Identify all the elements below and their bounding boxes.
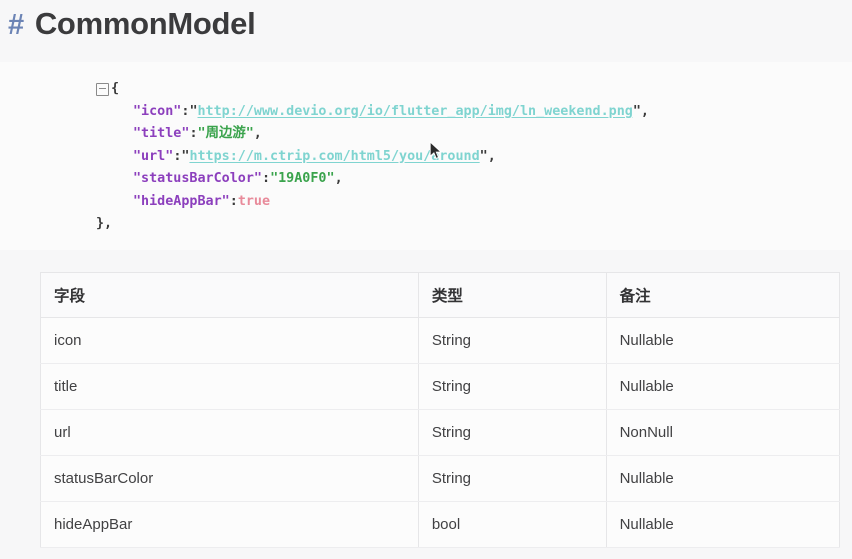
table-row: url String NonNull [40, 409, 840, 456]
json-value-statusbarcolor: 19A0F0 [278, 171, 327, 186]
cell-remark: Nullable [606, 317, 840, 364]
json-comma: , [487, 148, 496, 164]
table-row: icon String Nullable [40, 317, 840, 364]
json-code-block: { "icon": " http://www.devio.org/io/flutte… [0, 62, 852, 250]
table-body: icon String Nullable title String Nullab… [40, 317, 840, 548]
json-comma: , [334, 171, 343, 186]
cell-type: String [418, 317, 607, 364]
json-close-quote: " [326, 171, 335, 186]
table-header-row: 字段 类型 备注 [40, 272, 840, 318]
cell-field: statusBarColor [40, 455, 419, 502]
table-row: title String Nullable [40, 363, 840, 410]
table-header: 字段 类型 备注 [40, 272, 840, 318]
column-header-remark: 备注 [606, 272, 840, 318]
code-line-open: { [0, 78, 852, 101]
json-key-hideappbar: "hideAppBar" [133, 193, 230, 209]
cell-remark: NonNull [606, 409, 840, 456]
heading-hash-marker: # [8, 9, 24, 41]
code-line-statusbarcolor: "statusBarColor": " 19A0F0 ", [0, 168, 852, 191]
json-open-quote: " [181, 148, 190, 164]
table-row: statusBarColor String Nullable [40, 455, 840, 502]
page-title: # CommonModel [8, 6, 256, 42]
table-row: hideAppBar bool Nullable [40, 501, 840, 548]
json-open-quote: " [270, 171, 279, 186]
json-comma: , [253, 126, 262, 141]
json-key-url: "url" [133, 148, 174, 164]
json-close-quote: " [479, 148, 488, 164]
code-line-icon: "icon": " http://www.devio.org/io/flutter_… [0, 101, 852, 124]
cell-field: title [40, 363, 419, 410]
cell-remark: Nullable [606, 363, 840, 410]
collapse-box-icon[interactable] [96, 82, 109, 96]
cell-type: String [418, 409, 607, 456]
cell-type: bool [418, 501, 607, 548]
column-header-field: 字段 [40, 272, 419, 318]
json-value-title: 周边游 [205, 126, 246, 141]
heading-title-text: CommonModel [34, 6, 256, 41]
code-line-url: "url": " https://m.ctrip.com/html5/you/aro… [0, 146, 852, 169]
json-open-quote: " [197, 126, 206, 141]
json-key-icon: "icon" [133, 103, 182, 119]
json-value-icon-url[interactable]: http://www.devio.org/io/flutter_app/img/… [198, 101, 633, 124]
cell-field: hideAppBar [40, 501, 419, 548]
json-colon: : [173, 148, 182, 164]
json-colon: : [262, 171, 271, 186]
json-colon: : [189, 126, 198, 141]
cell-remark: Nullable [606, 501, 840, 548]
code-line-hideappbar: "hideAppBar": true [0, 191, 852, 214]
json-colon: : [181, 103, 190, 119]
cell-remark: Nullable [606, 455, 840, 502]
code-line-close: }, [0, 213, 852, 236]
close-brace: }, [96, 216, 113, 231]
code-line-title: "title": " 周边游 ", [0, 123, 852, 146]
cell-type: String [418, 363, 607, 410]
json-key-title: "title" [133, 126, 190, 141]
cell-field: url [40, 409, 419, 456]
json-value-url[interactable]: https://m.ctrip.com/html5/you/around [189, 146, 479, 169]
json-close-quote: " [245, 126, 254, 141]
open-brace: { [111, 81, 120, 96]
json-colon: : [229, 193, 238, 209]
model-fields-table: 字段 类型 备注 icon String Nullable title Stri… [40, 272, 840, 548]
cell-type: String [418, 455, 607, 502]
json-open-quote: " [189, 103, 198, 119]
column-header-type: 类型 [418, 272, 607, 318]
json-value-hideappbar: true [237, 193, 271, 209]
json-close-quote: " [632, 103, 641, 119]
json-key-statusbarcolor: "statusBarColor" [133, 171, 262, 186]
cell-field: icon [40, 317, 419, 364]
json-comma: , [640, 103, 649, 119]
